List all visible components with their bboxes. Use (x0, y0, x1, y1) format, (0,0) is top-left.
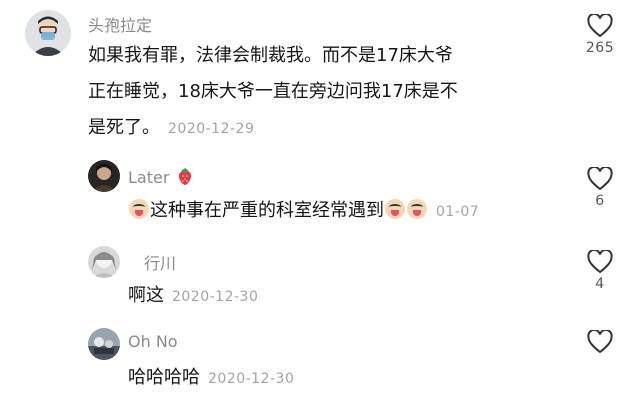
comment-date: 01-07 (436, 204, 480, 220)
comment-username[interactable]: Later (128, 166, 195, 190)
crying-emoji-icon (407, 199, 427, 219)
heart-icon (587, 330, 613, 354)
comment-text-body: 这种事在严重的科室经常遇到 (150, 200, 384, 221)
comment-date: 2020-12-29 (168, 121, 255, 137)
crying-emoji-icon (385, 199, 405, 219)
comment-text: 如果我有罪，法律会制裁我。而不是17床大爷 正在睡觉，18床大爷一直在旁边问我1… (88, 38, 558, 147)
like-button[interactable]: 4 (580, 250, 620, 292)
strawberry-icon (175, 166, 195, 190)
comment-username[interactable]: 行川 (144, 250, 176, 274)
like-button[interactable] (580, 330, 620, 356)
avatar[interactable] (25, 10, 71, 56)
like-count: 265 (585, 40, 615, 56)
avatar[interactable] (88, 246, 120, 278)
comment-date: 2020-12-30 (208, 371, 295, 387)
comment-text-line: 正在睡觉，18床大爷一直在旁边问我17床是不 (88, 81, 458, 102)
avatar[interactable] (88, 160, 120, 192)
comment-date: 2020-12-30 (172, 289, 259, 305)
comment-username[interactable]: 头孢拉定 (88, 12, 152, 36)
heart-icon (587, 250, 613, 274)
comment-text: 哈哈哈哈 2020-12-30 (128, 360, 558, 397)
comment-text-body: 啊这 (128, 285, 164, 306)
comment-text: 啊这 2020-12-30 (128, 278, 558, 315)
like-button[interactable]: 265 (580, 14, 620, 56)
comment-username-text: Later (128, 168, 170, 187)
heart-icon (587, 14, 613, 38)
comment-text-line-end: 是死了。 (88, 117, 160, 138)
like-button[interactable]: 6 (580, 167, 620, 209)
comment-text-line: 是死了。 2020-12-29 (88, 110, 558, 147)
avatar[interactable] (88, 328, 120, 360)
comment-text-body: 哈哈哈哈 (128, 367, 200, 388)
like-count: 6 (595, 193, 605, 209)
heart-icon (587, 167, 613, 191)
like-count: 4 (595, 276, 605, 292)
crying-emoji-icon (129, 199, 149, 219)
comment-text-line: 如果我有罪，法律会制裁我。而不是17床大爷 (88, 45, 453, 66)
comment-text: 这种事在严重的科室经常遇到 01-07 (128, 193, 558, 230)
comment-username[interactable]: Oh No (128, 332, 178, 351)
